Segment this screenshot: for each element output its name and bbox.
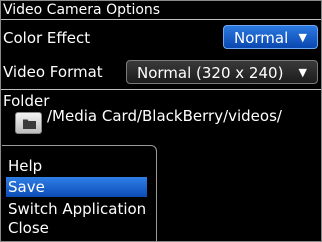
color-effect-value: Normal [234,29,289,47]
color-effect-dropdown[interactable]: Normal ▼ [223,25,318,49]
folder-label: Folder [3,92,50,110]
menu-item-save[interactable]: Save [6,177,147,197]
dropdown-arrow-icon: ▼ [298,66,307,79]
options-screen: Video Camera Options Color Effect Normal… [0,0,322,242]
video-format-dropdown[interactable]: Normal (320 x 240) ▼ [126,60,318,84]
menu-item-switch-application[interactable]: Switch Application [6,199,147,219]
video-format-label: Video Format [3,63,103,81]
context-menu: Help Save Switch Application Close [2,145,157,241]
title-divider [1,19,321,20]
color-effect-label: Color Effect [3,29,91,47]
section-divider [1,89,321,90]
screen-title: Video Camera Options [3,2,161,18]
folder-path: /Media Card/BlackBerry/videos/ [47,107,282,125]
browse-folder-button[interactable] [15,112,42,134]
menu-item-close[interactable]: Close [6,218,147,238]
menu-item-help[interactable]: Help [6,156,147,176]
folder-icon [23,119,36,129]
video-format-value: Normal (320 x 240) [137,64,284,82]
dropdown-arrow-icon: ▼ [298,31,307,44]
